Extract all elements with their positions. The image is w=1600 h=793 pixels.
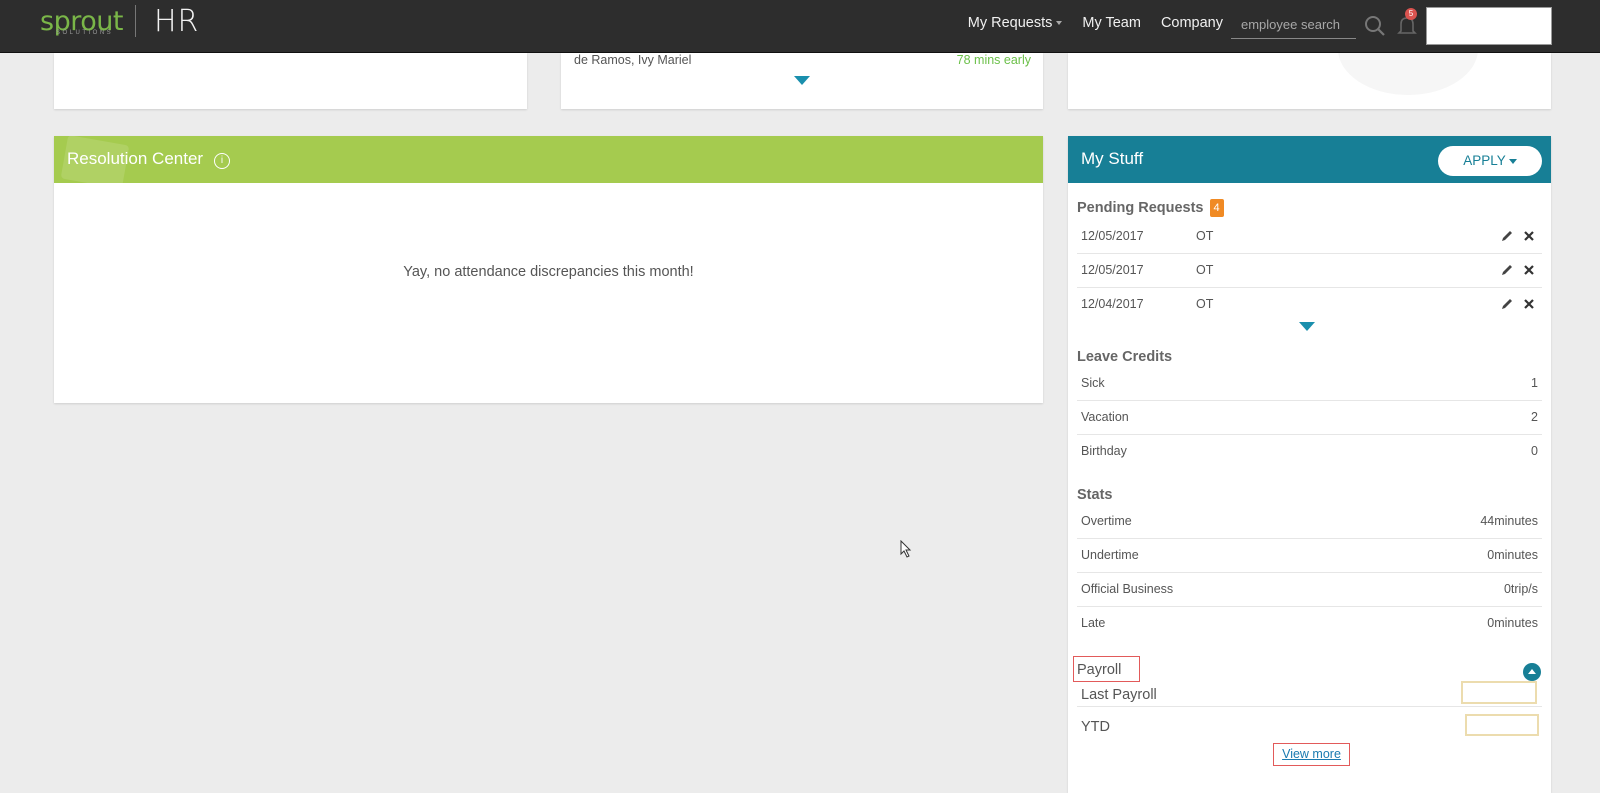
employee-search bbox=[1231, 11, 1356, 39]
logo-divider bbox=[134, 5, 136, 37]
my-stuff-title: My Stuff bbox=[1081, 149, 1144, 168]
nav-company[interactable]: Company bbox=[1161, 15, 1223, 31]
product-name: HR bbox=[153, 3, 200, 39]
nav-my-requests-label: My Requests bbox=[967, 15, 1053, 31]
pending-requests-title: Pending Requests bbox=[1077, 200, 1204, 216]
stat-label: Undertime bbox=[1081, 548, 1139, 562]
request-type: OT bbox=[1196, 263, 1214, 277]
logo-subtitle: SOLUTIONS bbox=[56, 30, 114, 36]
nav-my-team[interactable]: My Team bbox=[1082, 15, 1141, 31]
leave-type: Birthday bbox=[1081, 444, 1127, 458]
illustration bbox=[1338, 53, 1478, 95]
leave-type: Sick bbox=[1081, 376, 1105, 390]
nav-my-requests[interactable]: My Requests bbox=[968, 15, 1063, 31]
stats-title: Stats bbox=[1077, 487, 1113, 503]
resolution-center-title: Resolution Center bbox=[67, 149, 204, 168]
mouse-cursor-icon bbox=[900, 539, 912, 563]
my-stuff-header: My Stuff APPLY bbox=[1068, 136, 1551, 183]
request-type: OT bbox=[1196, 297, 1214, 311]
delete-x-icon[interactable] bbox=[1522, 297, 1536, 311]
leave-balance: 0 bbox=[1531, 444, 1538, 458]
apply-button[interactable]: APPLY bbox=[1438, 146, 1542, 176]
top-right-card bbox=[1068, 53, 1551, 109]
ytd-label: YTD bbox=[1081, 719, 1110, 735]
pending-count-badge: 4 bbox=[1209, 199, 1224, 217]
ytd-value-placeholder bbox=[1465, 714, 1539, 736]
last-payroll-label: Last Payroll bbox=[1081, 687, 1157, 703]
user-menu[interactable] bbox=[1426, 7, 1552, 45]
view-more-link[interactable]: View more bbox=[1273, 743, 1350, 766]
edit-pencil-icon[interactable] bbox=[1500, 297, 1514, 311]
chevron-down-icon bbox=[1508, 158, 1517, 164]
stats-row: Overtime 44minutes bbox=[1077, 505, 1542, 539]
leave-credit-row: Birthday 0 bbox=[1077, 435, 1542, 469]
stat-value: 0trip/s bbox=[1503, 582, 1538, 596]
main-nav: My Requests My Team Company 5 bbox=[968, 0, 1600, 46]
last-payroll-value-placeholder bbox=[1461, 681, 1537, 704]
edit-pencil-icon[interactable] bbox=[1500, 229, 1514, 243]
request-type: OT bbox=[1196, 229, 1214, 243]
ytd-row: YTD bbox=[1077, 709, 1542, 741]
search-icon[interactable] bbox=[1362, 13, 1388, 39]
info-icon[interactable]: i bbox=[214, 153, 230, 169]
pending-request-row: 12/05/2017 OT bbox=[1077, 220, 1542, 254]
top-navbar: sprout SOLUTIONS HR My Requests My Team … bbox=[0, 0, 1600, 53]
stat-label: Official Business bbox=[1081, 582, 1174, 596]
last-payroll-row: Last Payroll bbox=[1077, 673, 1542, 707]
request-date: 12/05/2017 bbox=[1081, 263, 1144, 277]
leave-type: Vacation bbox=[1081, 410, 1129, 424]
leave-credit-row: Sick 1 bbox=[1077, 367, 1542, 401]
edit-pencil-icon[interactable] bbox=[1500, 263, 1514, 277]
my-stuff-card: My Stuff APPLY Pending Requests 4 12/05/… bbox=[1068, 136, 1551, 793]
request-date: 12/05/2017 bbox=[1081, 229, 1144, 243]
stats-row: Late 0minutes bbox=[1077, 607, 1542, 641]
stat-value: 44minutes bbox=[1480, 514, 1538, 528]
no-discrepancies-message: Yay, no attendance discrepancies this mo… bbox=[403, 264, 694, 280]
stats-row: Undertime 0minutes bbox=[1077, 539, 1542, 573]
leave-credit-row: Vacation 2 bbox=[1077, 401, 1542, 435]
stat-value: 0minutes bbox=[1487, 616, 1538, 630]
chevron-down-icon bbox=[1056, 21, 1063, 26]
delete-x-icon[interactable] bbox=[1522, 229, 1536, 243]
pending-request-row: 12/04/2017 OT bbox=[1077, 288, 1542, 322]
notification-count-badge: 5 bbox=[1405, 8, 1417, 20]
request-date: 12/04/2017 bbox=[1081, 297, 1144, 311]
top-left-card bbox=[54, 53, 527, 109]
leave-balance: 1 bbox=[1531, 376, 1538, 390]
apply-button-label: APPLY bbox=[1463, 153, 1506, 168]
notifications-bell-icon[interactable]: 5 bbox=[1394, 8, 1420, 39]
pending-request-row: 12/05/2017 OT bbox=[1077, 254, 1542, 288]
stats-row: Official Business 0trip/s bbox=[1077, 573, 1542, 607]
resolution-center-header: Resolution Center i bbox=[54, 136, 1043, 183]
expand-requests-arrow-icon[interactable] bbox=[1299, 322, 1315, 331]
stat-label: Overtime bbox=[1081, 514, 1132, 528]
pending-requests-heading: Pending Requests 4 bbox=[1077, 199, 1224, 217]
stat-value: 0minutes bbox=[1487, 548, 1538, 562]
expand-arrow-icon[interactable] bbox=[794, 76, 810, 85]
stat-label: Late bbox=[1081, 616, 1106, 630]
leave-balance: 2 bbox=[1531, 410, 1538, 424]
delete-x-icon[interactable] bbox=[1522, 263, 1536, 277]
leave-credits-title: Leave Credits bbox=[1077, 349, 1173, 365]
attendance-status: 78 mins early bbox=[956, 53, 1031, 67]
attendance-card: de Ramos, Ivy Mariel 78 mins early bbox=[561, 53, 1043, 109]
sprout-hr-logo[interactable]: sprout SOLUTIONS HR bbox=[40, 3, 199, 39]
employee-name: de Ramos, Ivy Mariel bbox=[574, 53, 692, 67]
resolution-center-card: Resolution Center i Yay, no attendance d… bbox=[54, 136, 1043, 403]
employee-search-input[interactable] bbox=[1231, 11, 1356, 38]
